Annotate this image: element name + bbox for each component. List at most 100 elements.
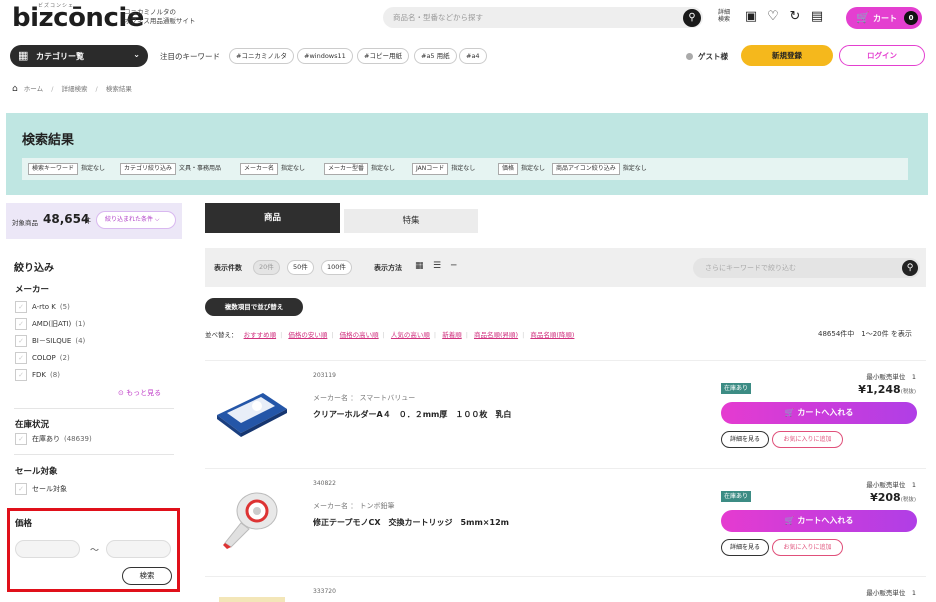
checkbox[interactable]: ✓ bbox=[15, 335, 27, 347]
condition-value: 指定なし bbox=[622, 165, 647, 172]
sort-name-asc[interactable]: 商品名順(昇順) bbox=[474, 331, 518, 339]
price-heading: 価格 bbox=[15, 519, 33, 529]
view-detail-button[interactable]: 詳細を見る bbox=[721, 431, 769, 448]
breadcrumb: ⌂ ホーム / 詳細検索 / 検索結果 bbox=[12, 83, 132, 94]
category-label: カテゴリー覧 bbox=[36, 52, 84, 61]
condition-item: 価格 指定なし bbox=[498, 163, 545, 175]
add-to-cart-button[interactable]: 🛒 カートへ入れる bbox=[721, 510, 917, 532]
stock-badge: 在庫あり bbox=[721, 491, 752, 502]
cart-count-badge: 0 bbox=[904, 11, 918, 25]
sort-price-low[interactable]: 価格の安い順 bbox=[288, 331, 327, 339]
add-favorite-button[interactable]: お気に入りに追加 bbox=[772, 431, 843, 448]
sale-name: セール対象 bbox=[32, 485, 67, 493]
sort-price-high[interactable]: 価格の高い順 bbox=[340, 331, 379, 339]
login-button[interactable]: ログイン bbox=[839, 45, 925, 66]
compact-view-icon[interactable]: ─ bbox=[451, 261, 456, 271]
count-label: 対象商品 bbox=[12, 219, 38, 227]
sort-popular[interactable]: 人気の高い順 bbox=[391, 331, 430, 339]
list-view-icon[interactable]: ☰ bbox=[433, 261, 441, 271]
search-conditions: 検索キーワード 指定なし カテゴリ絞り込み 文具・事務用品 メーカー名 指定なし メー… bbox=[22, 158, 908, 180]
breadcrumb-detail-search[interactable]: 詳細検索 bbox=[61, 85, 87, 93]
correction-tape-image bbox=[223, 492, 278, 549]
view-label: 表示方法 bbox=[374, 264, 402, 272]
search-placeholder: 商品名・型番などから探す bbox=[393, 13, 483, 22]
product-image[interactable] bbox=[213, 377, 291, 443]
checkbox[interactable]: ✓ bbox=[15, 433, 27, 445]
breadcrumb-separator: / bbox=[51, 85, 54, 93]
category-list-button[interactable]: ▦ カテゴリー覧 ⌄ bbox=[10, 45, 148, 67]
maker-checkbox[interactable]: ✓ FDK (8) bbox=[15, 369, 60, 381]
sort-newest[interactable]: 新着順 bbox=[442, 331, 462, 339]
sort-separator: | bbox=[522, 331, 525, 339]
per-page-20[interactable]: 20件 bbox=[253, 260, 280, 275]
sale-checkbox[interactable]: ✓ セール対象 bbox=[15, 483, 67, 495]
maker-name: COLOP bbox=[32, 354, 56, 362]
maker-count: (8) bbox=[50, 371, 60, 379]
maker-checkbox[interactable]: ✓ AMD(旧ATI) (1) bbox=[15, 318, 85, 330]
add-to-cart-label: カートへ入れる bbox=[797, 516, 854, 525]
product-card: 340822 メーカー名 ： トンボ鉛筆 修正テープモノCX 交換カートリッジ … bbox=[205, 468, 926, 568]
tab-features[interactable]: 特集 bbox=[344, 209, 478, 233]
view-detail-button[interactable]: 詳細を見る bbox=[721, 539, 769, 556]
sort-recommended[interactable]: おすすめ順 bbox=[244, 331, 277, 339]
cart-icon: 🛒 bbox=[784, 408, 798, 417]
condition-key: メーカー型番 bbox=[324, 163, 369, 175]
condition-key: 商品アイコン絞り込み bbox=[552, 163, 620, 175]
product-image[interactable] bbox=[219, 597, 285, 602]
add-to-cart-button[interactable]: 🛒 カートへ入れる bbox=[721, 402, 917, 424]
cart-button[interactable]: 🛒 カート 0 bbox=[846, 7, 922, 29]
keyword-chip[interactable]: #コニカミノルタ bbox=[229, 48, 294, 64]
maker-checkbox[interactable]: ✓ COLOP (2) bbox=[15, 352, 70, 364]
checkbox[interactable]: ✓ bbox=[15, 369, 27, 381]
detail-search-link[interactable]: 詳細 検索 bbox=[717, 9, 731, 23]
register-button[interactable]: 新規登録 bbox=[741, 45, 833, 66]
price-search-button[interactable]: 検索 bbox=[122, 567, 172, 585]
checkbox[interactable]: ✓ bbox=[15, 318, 27, 330]
product-image[interactable] bbox=[213, 485, 291, 551]
sort-separator: | bbox=[280, 331, 283, 339]
checkbox[interactable]: ✓ bbox=[15, 483, 27, 495]
detail-search-line2: 検索 bbox=[717, 16, 730, 23]
maker-count: (2) bbox=[59, 354, 70, 362]
guest-status-icon bbox=[686, 53, 693, 60]
price-max-input[interactable] bbox=[106, 540, 171, 558]
checkbox[interactable]: ✓ bbox=[15, 301, 27, 313]
keyword-chip[interactable]: #a5 用紙 bbox=[414, 48, 457, 64]
sort-name-desc[interactable]: 商品名順(降順) bbox=[530, 331, 574, 339]
product-name[interactable]: 修正テープモノCX 交換カートリッジ 5mm×12m bbox=[313, 517, 509, 528]
multi-sort-button[interactable]: 複数項目で並び替え bbox=[205, 298, 303, 316]
keyword-chip[interactable]: #a4 bbox=[459, 48, 487, 64]
per-page-100[interactable]: 100件 bbox=[321, 260, 352, 275]
keyword-chip[interactable]: #windows11 bbox=[297, 48, 353, 64]
product-code: 340822 bbox=[313, 480, 336, 487]
refine-search-input[interactable]: さらにキーワードで絞り込む ⚲ bbox=[693, 258, 920, 278]
maker-checkbox[interactable]: ✓ BI－SILQUE (4) bbox=[15, 335, 85, 347]
home-icon[interactable]: ⌂ bbox=[12, 84, 18, 94]
filter-title: 絞り込み bbox=[14, 263, 54, 274]
history-icon[interactable]: ↻ bbox=[786, 8, 804, 26]
per-page-50[interactable]: 50件 bbox=[287, 260, 314, 275]
stock-checkbox[interactable]: ✓ 在庫あり (48639) bbox=[15, 433, 92, 445]
add-favorite-button[interactable]: お気に入りに追加 bbox=[772, 539, 843, 556]
keyword-chip[interactable]: #コピー用紙 bbox=[357, 48, 409, 64]
breadcrumb-home[interactable]: ホーム bbox=[24, 85, 43, 93]
grid-view-icon[interactable]: ▦ bbox=[415, 261, 424, 271]
narrowed-conditions-dropdown[interactable]: 絞り込まれた条件 ⌵ bbox=[96, 211, 176, 229]
product-name[interactable]: クリアーホルダーA４ ０．２mm厚 １００枚 乳白 bbox=[313, 409, 511, 420]
book-icon[interactable]: ▤ bbox=[808, 8, 826, 26]
maker-name: BI－SILQUE bbox=[32, 337, 72, 345]
tab-products[interactable]: 商品 bbox=[205, 203, 340, 233]
chevron-down-icon: ⌄ bbox=[133, 50, 140, 59]
laptop-icon[interactable]: ▣ bbox=[742, 8, 760, 26]
stock-count: (48639) bbox=[64, 435, 92, 443]
checkbox[interactable]: ✓ bbox=[15, 352, 27, 364]
price-min-input[interactable] bbox=[15, 540, 80, 558]
search-icon[interactable]: ⚲ bbox=[902, 260, 918, 276]
heart-icon[interactable]: ♡ bbox=[764, 8, 782, 26]
breadcrumb-separator: / bbox=[95, 85, 98, 93]
search-icon[interactable]: ⚲ bbox=[683, 8, 701, 27]
search-input[interactable]: 商品名・型番などから探す ⚲ bbox=[383, 7, 703, 28]
maker-checkbox[interactable]: ✓ A-rto K (5) bbox=[15, 301, 70, 313]
condition-item: カテゴリ絞り込み 文具・事務用品 bbox=[120, 163, 221, 175]
show-more-link[interactable]: ⊙ もっと見る bbox=[118, 388, 161, 398]
